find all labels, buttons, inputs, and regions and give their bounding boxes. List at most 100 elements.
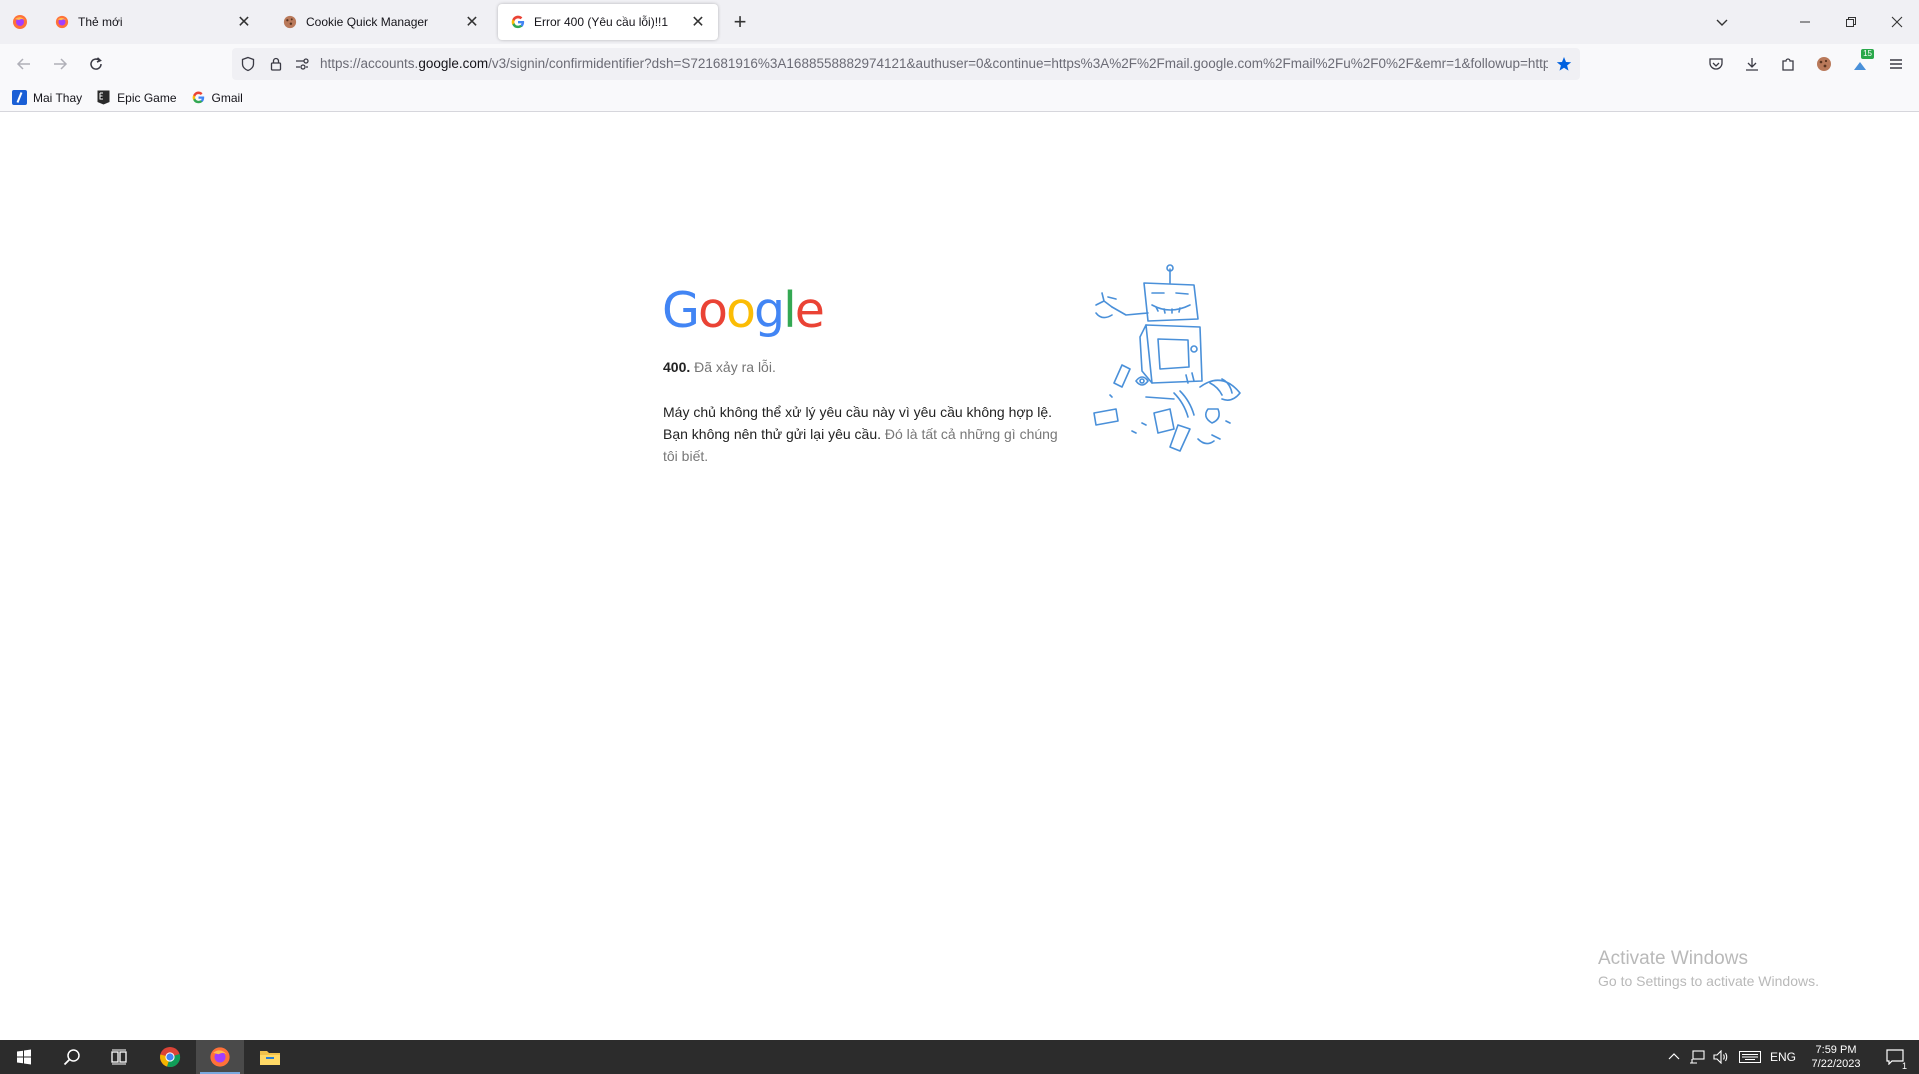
chevron-up-icon (1668, 1053, 1680, 1060)
taskbar-firefox[interactable] (196, 1040, 244, 1074)
list-all-tabs-button[interactable] (1708, 0, 1736, 44)
error-code: 400. (663, 359, 691, 375)
error-heading: 400. Đã xảy ra lỗi. (663, 359, 776, 375)
google-g-icon (191, 90, 206, 105)
activate-windows-title: Activate Windows (1598, 948, 1748, 969)
tab-new-tab[interactable]: Thẻ mới ✕ (42, 4, 264, 40)
minimize-button[interactable] (1782, 0, 1828, 44)
close-icon[interactable]: ✕ (688, 12, 708, 32)
tab-strip: Thẻ mới ✕ Cookie Quick Manager ✕ Error 4… (0, 0, 1919, 44)
system-clock[interactable]: 7:59 PM 7/22/2023 (1796, 1043, 1876, 1071)
touch-keyboard-button[interactable] (1736, 1040, 1764, 1074)
hamburger-menu-icon (1890, 59, 1902, 69)
network-icon (1690, 1050, 1705, 1064)
folder-icon (260, 1051, 280, 1065)
clock-date: 7/22/2023 (1811, 1058, 1861, 1070)
broken-robot-illustration (1093, 264, 1241, 452)
slash-icon (12, 90, 27, 105)
downloads-button[interactable] (1738, 50, 1766, 78)
cookie-icon (282, 14, 298, 30)
url-prefix: https://accounts. (320, 56, 419, 71)
close-icon (1891, 16, 1902, 28)
minimize-icon (1800, 21, 1810, 23)
close-icon[interactable]: ✕ (234, 12, 254, 32)
url-text[interactable]: https://accounts.google.com/v3/signin/co… (320, 48, 1548, 80)
language-indicator[interactable]: ENG (1766, 1040, 1800, 1074)
cookie-icon (1817, 57, 1831, 71)
pocket-icon (1709, 58, 1723, 70)
tab-title: Cookie Quick Manager (306, 15, 429, 29)
extension-badge-button[interactable]: 15 (1846, 49, 1874, 78)
windows-taskbar: ENG 7:59 PM 7/22/2023 1 (0, 1040, 1919, 1074)
reload-icon (90, 57, 102, 70)
bookmark-mai-thay[interactable]: Mai Thay (12, 90, 82, 105)
pocket-button[interactable] (1702, 50, 1730, 78)
chevron-down-icon (1716, 19, 1728, 26)
tab-title: Error 400 (Yêu cầu lỗi)!!1 (534, 15, 669, 29)
show-hidden-icons-button[interactable] (1664, 1040, 1684, 1074)
extensions-button[interactable] (1774, 50, 1802, 78)
tab-cookie-quick-manager[interactable]: Cookie Quick Manager ✕ (270, 4, 492, 40)
address-bar[interactable]: https://accounts.google.com/v3/signin/co… (232, 48, 1580, 80)
activate-windows-subtitle: Go to Settings to activate Windows. (1598, 973, 1819, 989)
download-icon (1746, 58, 1758, 71)
network-button[interactable] (1686, 1040, 1708, 1074)
google-g-icon (510, 14, 526, 30)
task-view-button[interactable] (96, 1040, 144, 1074)
taskbar-file-explorer[interactable] (246, 1040, 294, 1074)
bookmark-epic-game[interactable]: Epic Game (96, 90, 177, 105)
error-short: Đã xảy ra lỗi. (694, 359, 776, 375)
taskbar-chrome[interactable] (146, 1040, 194, 1074)
extension-badge: 15 (1861, 49, 1874, 59)
arrow-left-icon (16, 58, 30, 70)
keyboard-icon (1739, 1051, 1761, 1063)
logo-letter: g (753, 282, 785, 339)
logo-letter: o (725, 282, 756, 339)
arrow-right-icon (54, 58, 68, 70)
shield-icon[interactable] (238, 54, 258, 74)
cookie-extension-button[interactable] (1810, 50, 1838, 78)
google-logo: Google (662, 286, 825, 335)
logo-letter: G (662, 282, 700, 339)
bookmark-star-icon[interactable] (1554, 54, 1574, 74)
notification-count: 1 (1901, 1061, 1907, 1071)
lock-icon[interactable] (266, 54, 286, 74)
reload-button[interactable] (82, 50, 110, 78)
firefox-icon (54, 14, 70, 30)
clock-time: 7:59 PM (1815, 1044, 1857, 1056)
task-view-icon (111, 1049, 127, 1065)
restore-icon (1846, 17, 1856, 27)
search-icon (63, 1049, 80, 1066)
close-window-button[interactable] (1874, 0, 1919, 44)
new-tab-button[interactable]: + (728, 9, 752, 34)
bookmark-label: Mai Thay (33, 90, 83, 105)
start-button[interactable] (0, 1040, 48, 1074)
app-menu-button[interactable] (1882, 50, 1910, 78)
speaker-icon (1713, 1050, 1728, 1064)
bookmark-label: Gmail (211, 90, 243, 105)
url-host: google.com (418, 56, 489, 71)
search-button[interactable] (48, 1040, 96, 1074)
tab-title: Thẻ mới (78, 15, 123, 29)
back-button[interactable] (10, 50, 38, 78)
bookmark-label: Epic Game (117, 90, 177, 105)
epic-icon (96, 90, 111, 105)
logo-letter: l (783, 282, 797, 339)
action-center-button[interactable]: 1 (1878, 1040, 1912, 1074)
puzzle-icon (1782, 58, 1794, 71)
windows-logo-icon (17, 1049, 31, 1065)
firefox-view-icon[interactable] (8, 10, 32, 34)
tab-error-400[interactable]: Error 400 (Yêu cầu lỗi)!!1 ✕ (498, 4, 718, 40)
restore-button[interactable] (1828, 0, 1874, 44)
forward-button[interactable] (46, 50, 74, 78)
volume-button[interactable] (1710, 1040, 1732, 1074)
url-path: /v3/signin/confirmidentifier?dsh=S721681… (488, 56, 1548, 71)
permissions-icon[interactable] (292, 54, 312, 74)
close-icon[interactable]: ✕ (462, 12, 482, 32)
chrome-icon (160, 1047, 181, 1067)
bookmark-gmail[interactable]: Gmail (191, 90, 243, 105)
bookmarks-toolbar: Mai Thay Epic Game Gmail (0, 84, 1919, 112)
firefox-icon (210, 1047, 230, 1067)
error-message: Máy chủ không thể xử lý yêu cầu này vì y… (663, 401, 1063, 467)
page-content: Google 400. Đã xảy ra lỗi. Máy chủ không… (0, 113, 1919, 1040)
